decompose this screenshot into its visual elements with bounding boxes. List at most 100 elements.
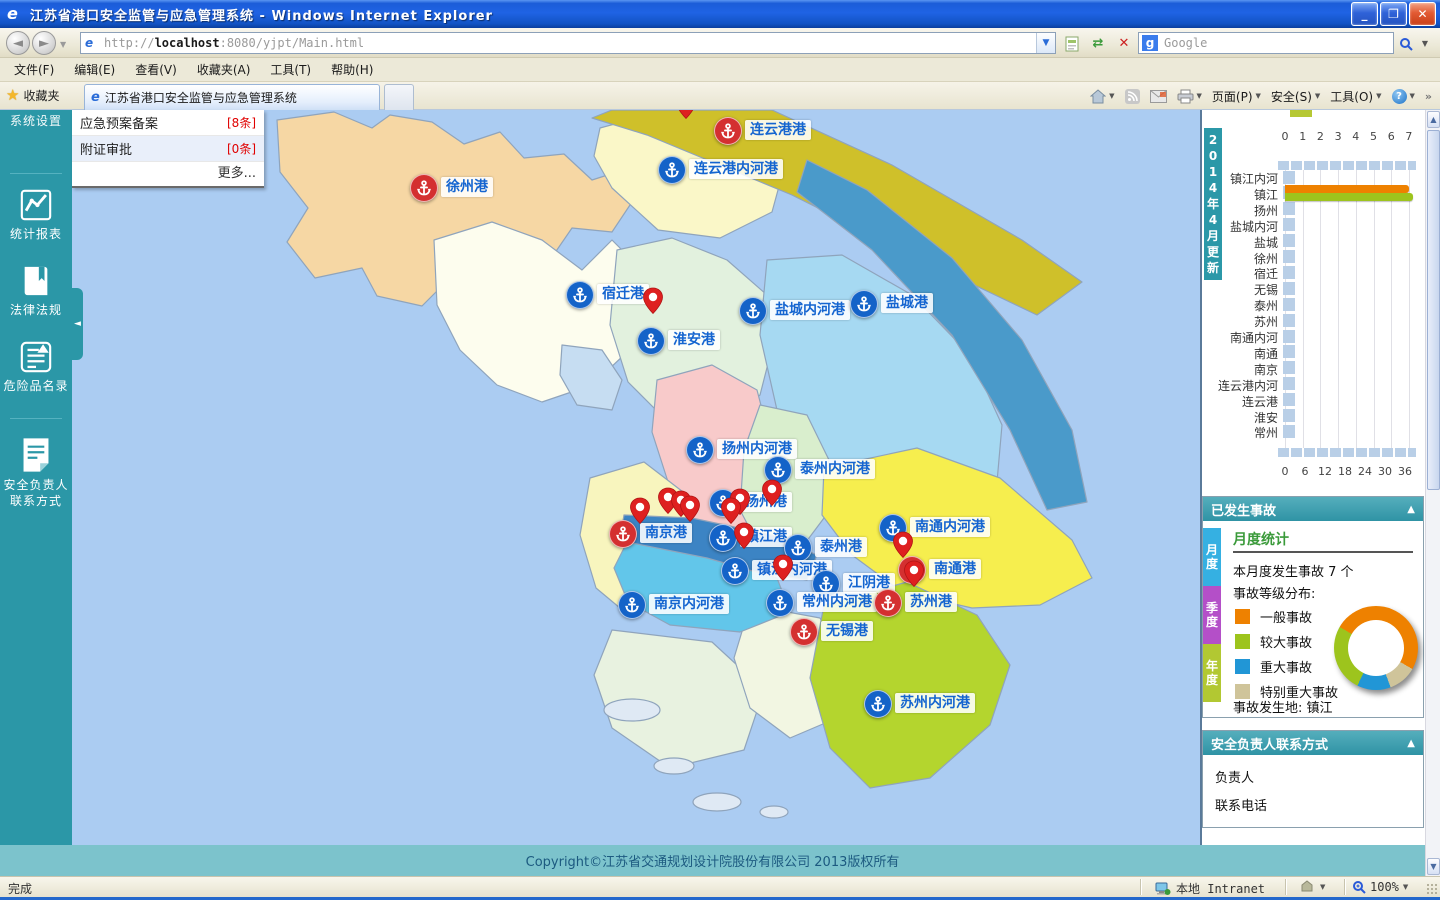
port-marker-宿迁港[interactable] xyxy=(566,281,594,309)
menu-item[interactable]: 帮助(H) xyxy=(321,58,383,81)
chart-zero-stub xyxy=(1283,329,1295,343)
accident-pin-icon[interactable] xyxy=(642,287,664,315)
port-marker-徐州港[interactable] xyxy=(410,174,438,202)
print-button[interactable]: ▼ xyxy=(1177,89,1202,104)
port-marker-盐城港[interactable] xyxy=(850,290,878,318)
port-label-淮安港[interactable]: 淮安港 xyxy=(668,330,720,350)
port-label-苏州港[interactable]: 苏州港 xyxy=(905,592,957,612)
accident-pin-icon[interactable] xyxy=(679,495,701,523)
sidebar-item-laws[interactable]: 法律法规 xyxy=(0,264,72,318)
browser-tab[interactable]: e 江苏省港口安全监管与应急管理系统 xyxy=(84,84,380,110)
tab-月度[interactable]: 月度 xyxy=(1203,528,1221,586)
popup-row[interactable]: 应急预案备案 [8条] xyxy=(72,110,264,136)
new-tab-button[interactable] xyxy=(384,84,414,111)
port-marker-常州内河港[interactable] xyxy=(766,589,794,617)
protected-mode-button[interactable]: ▼ xyxy=(1300,880,1325,893)
port-label-盐城港[interactable]: 盐城港 xyxy=(881,293,933,313)
port-marker-苏州港[interactable] xyxy=(874,589,902,617)
port-marker-扬州内河港[interactable] xyxy=(686,436,714,464)
port-label-泰州港[interactable]: 泰州港 xyxy=(815,537,867,557)
tools-menu-button[interactable]: 工具(O) ▼ xyxy=(1330,88,1381,105)
port-marker-苏州内河港[interactable] xyxy=(864,690,892,718)
port-label-南通内河港[interactable]: 南通内河港 xyxy=(910,517,990,537)
search-dropdown-icon[interactable]: ▼ xyxy=(1418,32,1432,55)
minimize-button[interactable]: _ xyxy=(1351,2,1378,26)
url-dropdown-icon[interactable]: ▼ xyxy=(1036,33,1055,53)
port-label-南京内河港[interactable]: 南京内河港 xyxy=(649,594,729,614)
tab-季度[interactable]: 季度 xyxy=(1203,586,1221,644)
accidents-header[interactable]: 已发生事故 ▲ xyxy=(1203,497,1423,521)
accident-pin-icon[interactable] xyxy=(772,554,794,582)
port-marker-连云港港[interactable] xyxy=(714,117,742,145)
scroll-up-icon[interactable]: ▲ xyxy=(1427,111,1440,128)
accident-pin-icon[interactable] xyxy=(892,531,914,559)
page-scrollbar[interactable]: ▲ ▼ xyxy=(1425,110,1440,876)
menu-item[interactable]: 编辑(E) xyxy=(64,58,125,81)
more-link[interactable]: 更多... xyxy=(72,162,264,186)
port-label-苏州内河港[interactable]: 苏州内河港 xyxy=(895,693,975,713)
scroll-down-icon[interactable]: ▼ xyxy=(1427,858,1440,875)
forward-button[interactable]: ► xyxy=(32,31,56,55)
stop-icon[interactable]: ✕ xyxy=(1112,32,1136,55)
home-button[interactable]: ▼ xyxy=(1090,88,1115,104)
port-label-连云港港[interactable]: 连云港港 xyxy=(745,120,811,140)
accident-pin-icon[interactable] xyxy=(733,522,755,550)
feeds-button[interactable] xyxy=(1124,88,1140,104)
port-marker-镇江内河港[interactable] xyxy=(721,557,749,585)
sidebar-item-system-settings[interactable]: 系统设置 xyxy=(0,110,72,129)
close-button[interactable]: ✕ xyxy=(1409,2,1436,26)
back-button[interactable]: ◄ xyxy=(6,31,30,55)
refresh-icon[interactable]: ⇄ xyxy=(1086,32,1110,55)
port-marker-南京内河港[interactable] xyxy=(618,591,646,619)
port-marker-盐城内河港[interactable] xyxy=(739,297,767,325)
history-dropdown-icon[interactable]: ▼ xyxy=(60,40,66,49)
jiangsu-map[interactable]: 徐州港 连云港港 连云港内河港 宿迁港 淮安港 盐城内河港 盐城港 扬州内河港 泰州内河港 扬州港… xyxy=(72,110,1200,845)
accident-pin-icon[interactable] xyxy=(720,497,742,525)
port-label-泰州内河港[interactable]: 泰州内河港 xyxy=(795,459,875,479)
port-label-盐城内河港[interactable]: 盐城内河港 xyxy=(770,300,850,320)
collapse-icon[interactable]: ▲ xyxy=(1407,738,1415,749)
menu-item[interactable]: 文件(F) xyxy=(4,58,64,81)
read-mail-button[interactable] xyxy=(1149,89,1167,103)
favorites-button[interactable]: ★ 收藏夹 xyxy=(6,86,59,104)
menu-item[interactable]: 查看(V) xyxy=(125,58,187,81)
accident-pin-icon[interactable] xyxy=(761,479,783,507)
url-field[interactable]: e http://localhost:8080/yjpt/Main.html ▼ xyxy=(80,32,1056,54)
sidebar-item-safety-contacts[interactable]: 安全负责人 联系方式 xyxy=(0,437,72,509)
menu-item[interactable]: 收藏夹(A) xyxy=(187,58,261,81)
resize-grip[interactable] xyxy=(1426,883,1438,895)
search-box[interactable]: g Google xyxy=(1138,32,1394,54)
port-label-连云港内河港[interactable]: 连云港内河港 xyxy=(689,159,783,179)
popup-row[interactable]: 附证审批 [0条] xyxy=(72,136,264,162)
compatibility-view-icon[interactable] xyxy=(1060,32,1084,55)
page-menu-button[interactable]: 页面(P) ▼ xyxy=(1212,88,1261,105)
port-marker-连云港内河港[interactable] xyxy=(658,156,686,184)
accident-pin-icon[interactable] xyxy=(675,110,697,120)
safety-menu-button[interactable]: 安全(S) ▼ xyxy=(1271,88,1320,105)
port-label-徐州港[interactable]: 徐州港 xyxy=(441,177,493,197)
port-label-扬州内河港[interactable]: 扬州内河港 xyxy=(717,439,797,459)
sidebar-item-dangerous-goods[interactable]: 危险品名录 xyxy=(0,340,72,394)
zoom-control[interactable]: 100% ▼ xyxy=(1352,880,1408,894)
menu-item[interactable]: 工具(T) xyxy=(260,58,321,81)
gridline xyxy=(1338,161,1340,457)
port-label-南京港[interactable]: 南京港 xyxy=(640,523,692,543)
port-marker-无锡港[interactable] xyxy=(790,618,818,646)
restore-button[interactable]: ❐ xyxy=(1380,2,1407,26)
help-button[interactable]: ? ▼ xyxy=(1391,88,1415,104)
accident-pin-icon[interactable] xyxy=(903,560,925,588)
collapse-icon[interactable]: ▲ xyxy=(1407,504,1415,515)
port-marker-淮安港[interactable] xyxy=(637,327,665,355)
overflow-chevron-icon[interactable]: » xyxy=(1425,90,1432,103)
port-label-南通港[interactable]: 南通港 xyxy=(929,559,981,579)
accident-pin-icon[interactable] xyxy=(629,497,651,525)
scrollbar-thumb[interactable] xyxy=(1427,130,1440,490)
sidebar-item-statistics[interactable]: 统计报表 xyxy=(0,188,72,242)
bottom-axis-tick: 18 xyxy=(1338,465,1352,478)
sidebar-collapse-handle[interactable]: ◄ xyxy=(72,288,83,360)
port-label-常州内河港[interactable]: 常州内河港 xyxy=(797,592,877,612)
tab-年度[interactable]: 年度 xyxy=(1203,644,1221,702)
port-label-无锡港[interactable]: 无锡港 xyxy=(821,621,873,641)
search-icon[interactable] xyxy=(1396,32,1416,55)
contacts-header[interactable]: 安全负责人联系方式 ▲ xyxy=(1203,731,1423,755)
